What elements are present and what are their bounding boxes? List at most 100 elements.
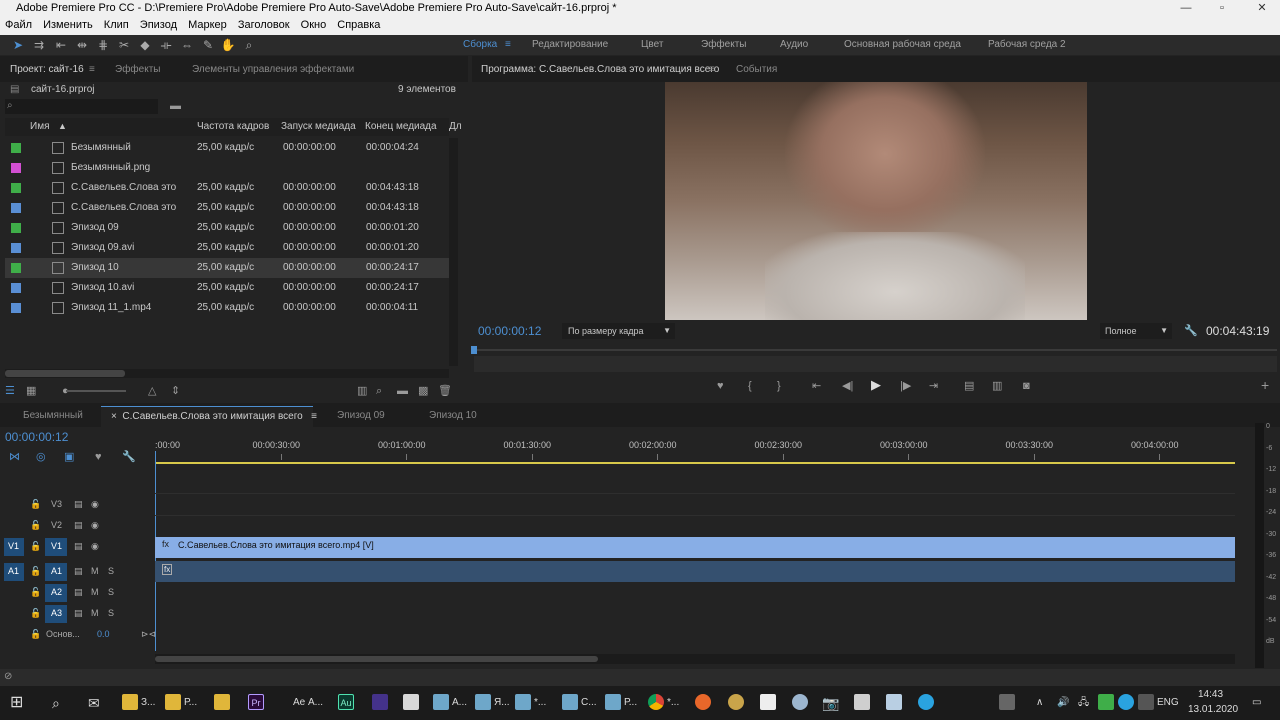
taskbar-audition[interactable]: Au <box>338 693 357 713</box>
label-color-swatch[interactable] <box>11 183 21 193</box>
menu-clip[interactable]: Клип <box>100 17 133 34</box>
label-color-swatch[interactable] <box>11 303 21 313</box>
tab-effect-controls[interactable]: Элементы управления эффектами <box>192 64 354 75</box>
network-icon[interactable]: 🖧 <box>1078 693 1089 713</box>
mail-icon[interactable]: ✉ <box>88 693 100 713</box>
pen-tool-icon[interactable]: ✎ <box>200 37 216 53</box>
workspace-assembly[interactable]: Сборка <box>463 39 497 50</box>
list-item[interactable]: Эпизод 09.avi 25,00 кадр/с 00:00:00:00 00:0… <box>5 238 449 258</box>
razor-icon[interactable]: ✂ <box>116 37 132 53</box>
timeline-marker-icon[interactable]: ♥ <box>95 450 102 464</box>
automate-icon[interactable]: ▥ <box>357 384 367 398</box>
extract-icon[interactable]: ▥ <box>992 379 1002 393</box>
col-media-end[interactable]: Конец медиада <box>365 121 437 132</box>
tray-app-3-icon[interactable] <box>1138 693 1157 713</box>
lock-icon[interactable]: 🔓 <box>30 499 41 510</box>
mute-button[interactable]: M <box>91 587 99 597</box>
playhead-timecode[interactable]: 00:00:00:12 <box>478 324 541 338</box>
solo-button[interactable]: S <box>108 566 114 576</box>
zoom-slider[interactable] <box>66 390 126 392</box>
lock-icon[interactable]: 🔓 <box>30 629 41 640</box>
track-v2-label[interactable]: V2 <box>51 520 62 530</box>
label-color-swatch[interactable] <box>11 223 21 233</box>
taskbar-app-8[interactable] <box>728 693 747 713</box>
taskbar-app-9[interactable] <box>760 693 779 713</box>
clock-time[interactable]: 14:43 <box>1198 688 1223 702</box>
seq-tab-menu-icon[interactable]: ≡ <box>311 411 317 422</box>
timeline-timecode[interactable]: 00:00:00:12 <box>5 430 68 444</box>
solo-button[interactable]: S <box>108 608 114 618</box>
add-button-icon[interactable]: + <box>1261 378 1269 392</box>
notifications-icon[interactable]: ▭ <box>1252 693 1261 713</box>
label-color-swatch[interactable] <box>11 243 21 253</box>
sync-lock-icon[interactable]: ▤ <box>74 520 83 531</box>
rate-stretch-icon[interactable]: ⋕ <box>95 37 111 53</box>
list-item[interactable]: Эпизод 10.avi 25,00 кадр/с 00:00:00:00 00:0… <box>5 278 449 298</box>
taskbar-chrome[interactable]: *... <box>648 693 679 713</box>
tab-seq-active[interactable]: × С.Савельев.Слова это имитация всего ≡ <box>101 406 317 427</box>
search-taskbar-icon[interactable]: ⌕ <box>52 693 60 713</box>
track-v1-label[interactable]: V1 <box>45 538 67 556</box>
list-view-icon[interactable]: ☰ <box>5 384 15 398</box>
find-icon[interactable]: ⌕ <box>376 384 382 398</box>
track-select-icon[interactable]: ⇉ <box>31 37 47 53</box>
taskbar-app-4[interactable]: Я... <box>475 693 510 713</box>
sync-lock-icon[interactable]: ▤ <box>74 587 83 598</box>
go-to-in-icon[interactable]: ⇤ <box>812 379 821 393</box>
workspace-effects[interactable]: Эффекты <box>701 39 746 50</box>
label-color-swatch[interactable] <box>11 143 21 153</box>
icon-view-icon[interactable]: ▦ <box>26 384 36 398</box>
col-name[interactable]: Имя <box>30 121 49 132</box>
menu-file[interactable]: Файл <box>0 17 36 34</box>
trash-icon[interactable]: 🗑 <box>438 384 452 398</box>
step-back-icon[interactable]: ◀| <box>842 379 853 393</box>
workspace-audio[interactable]: Аудио <box>780 39 808 50</box>
tray-app-icon[interactable] <box>1098 693 1117 713</box>
sync-lock-icon[interactable]: ▤ <box>74 499 83 510</box>
menu-marker[interactable]: Маркер <box>184 17 231 34</box>
taskbar-after-effects[interactable]: Ae А... <box>293 693 323 713</box>
label-color-swatch[interactable] <box>11 203 21 213</box>
maximize-icon[interactable]: ▫ <box>1204 0 1240 16</box>
slip-icon[interactable]: ◆ <box>137 37 153 53</box>
playhead-marker[interactable] <box>471 346 477 354</box>
workspace-color[interactable]: Цвет <box>641 39 663 50</box>
taskbar-app-3[interactable]: А... <box>433 693 467 713</box>
sort-order-icon[interactable]: ⇕ <box>171 384 180 398</box>
go-to-out-icon[interactable]: ⇥ <box>929 379 938 393</box>
search-input[interactable]: ⌕ <box>5 99 158 114</box>
sync-lock-icon[interactable]: ▤ <box>74 566 83 577</box>
ripple-edit-icon[interactable]: ⇤ <box>53 37 69 53</box>
clock-date[interactable]: 13.01.2020 <box>1188 703 1238 717</box>
sort-icon[interactable]: △ <box>148 384 156 398</box>
linked-selection-icon[interactable]: ◎ <box>36 450 46 464</box>
taskbar-premiere[interactable]: Pr <box>248 693 267 713</box>
work-area-bar[interactable] <box>155 462 1235 464</box>
tab-events[interactable]: События <box>736 64 777 75</box>
workspace-editing[interactable]: Редактирование <box>532 39 608 50</box>
label-color-swatch[interactable] <box>11 283 21 293</box>
workspace-essentials[interactable]: Основная рабочая среда <box>844 39 961 50</box>
windows-start-icon[interactable]: ⊞ <box>10 693 23 713</box>
quality-dropdown[interactable]: Полное ▼ <box>1100 323 1172 339</box>
tab-seq-10[interactable]: Эпизод 10 <box>429 410 477 421</box>
lock-icon[interactable]: 🔓 <box>30 520 41 531</box>
lock-icon[interactable]: 🔓 <box>30 541 41 552</box>
menu-window[interactable]: Окно <box>297 17 331 34</box>
lift-icon[interactable]: ▤ <box>964 379 974 393</box>
mute-button[interactable]: M <box>91 566 99 576</box>
master-volume[interactable]: 0.0 <box>97 629 110 639</box>
taskbar-app-11[interactable] <box>854 693 873 713</box>
time-ruler[interactable]: :00:00 00:00:30:00 00:01:00:00 00:01:30:00 0… <box>155 427 1235 467</box>
snap-icon[interactable]: ⋈ <box>9 450 20 464</box>
taskbar-app-5[interactable]: *... <box>515 693 546 713</box>
lock-icon[interactable]: 🔓 <box>30 587 41 598</box>
menu-help[interactable]: Справка <box>333 17 384 34</box>
taskbar-telegram[interactable] <box>918 693 937 713</box>
workspace-menu-icon[interactable]: ≡ <box>505 39 511 50</box>
tab-project[interactable]: Проект: сайт-16 <box>10 64 84 75</box>
vertical-scrollbar[interactable] <box>449 138 458 366</box>
menu-edit[interactable]: Изменить <box>39 17 97 34</box>
master-end-icon[interactable]: ⊳⊲ <box>141 629 156 640</box>
taskbar-explorer[interactable] <box>214 693 233 713</box>
